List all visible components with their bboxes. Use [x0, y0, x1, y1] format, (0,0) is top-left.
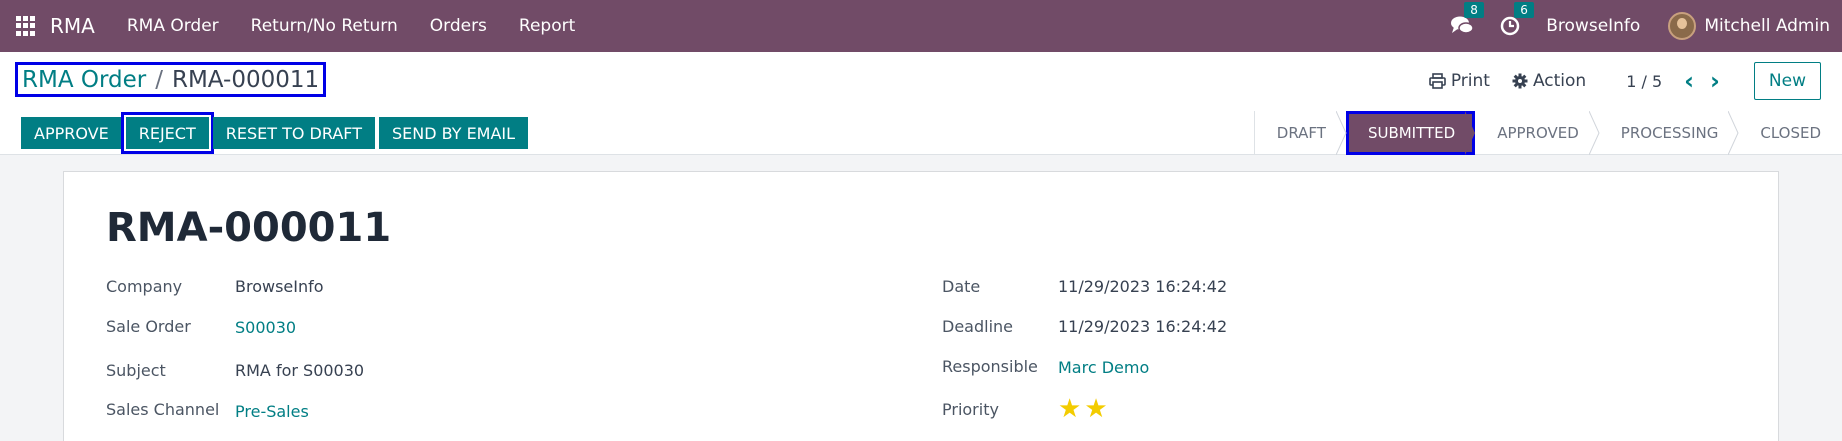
pager-previous-icon[interactable]: ‹ — [1684, 67, 1694, 95]
stage-draft-label: DRAFT — [1276, 124, 1326, 142]
responsible-label: Responsible — [942, 357, 1038, 376]
stage-chevron-icon — [1588, 111, 1600, 155]
print-button[interactable]: Print — [1429, 71, 1490, 91]
stage-statusbar: DRAFT SUBMITTED APPROVED PROCESSING CLOS… — [1253, 111, 1842, 155]
clock-icon — [1501, 16, 1520, 36]
menu-item-report[interactable]: Report — [503, 16, 591, 36]
app-brand[interactable]: RMA — [50, 14, 95, 38]
sales-channel-link[interactable]: Pre-Sales — [235, 402, 309, 421]
reset-to-draft-button[interactable]: RESET TO DRAFT — [212, 117, 375, 149]
stage-processing[interactable]: PROCESSING — [1599, 111, 1739, 155]
star-icon[interactable]: ★ — [1084, 396, 1107, 422]
activities-button[interactable]: 6 — [1500, 2, 1534, 38]
date-value[interactable]: 11/29/2023 16:24:42 — [1058, 277, 1227, 296]
priority-stars[interactable]: ★ ★ — [1058, 396, 1111, 422]
stage-approved[interactable]: APPROVED — [1475, 111, 1600, 155]
navbar-systray: 8 6 BrowseInfo Mitchell Admin — [1450, 2, 1830, 40]
subject-value[interactable]: RMA for S00030 — [235, 361, 364, 380]
deadline-label: Deadline — [942, 317, 1013, 336]
chat-bubbles-icon — [1451, 16, 1474, 34]
company-label: Company — [106, 277, 183, 296]
stage-draft[interactable]: DRAFT — [1255, 111, 1347, 155]
sale-order-link[interactable]: S00030 — [235, 318, 296, 337]
breadcrumb-current: RMA-000011 — [171, 66, 320, 93]
sales-channel-label: Sales Channel — [106, 400, 220, 419]
subject-label: Subject — [106, 361, 166, 380]
action-label: Action — [1532, 71, 1587, 91]
stage-chevron-icon — [1465, 111, 1476, 155]
sale-order-label: Sale Order — [106, 317, 191, 336]
gear-icon — [1512, 73, 1528, 89]
control-actions: Print Action 1 / 5 ‹ › New — [1429, 62, 1821, 100]
send-by-email-button[interactable]: SEND BY EMAIL — [378, 117, 529, 149]
form-sheet: RMA-000011 Company BrowseInfo Sale Order… — [63, 171, 1779, 441]
menu-item-rma-order[interactable]: RMA Order — [111, 16, 235, 36]
top-navbar: RMA RMA Order Return/No Return Orders Re… — [0, 0, 1842, 52]
stage-submitted-label: SUBMITTED — [1367, 124, 1456, 142]
reject-button[interactable]: REJECT — [120, 112, 214, 154]
deadline-value[interactable]: 11/29/2023 16:24:42 — [1058, 317, 1227, 336]
print-label: Print — [1450, 71, 1490, 91]
messages-count-badge: 8 — [1464, 2, 1484, 18]
control-panel: RMA Order / RMA-000011 Print Action 1 / … — [0, 52, 1842, 155]
activities-count-badge: 6 — [1514, 2, 1534, 18]
menu-item-orders[interactable]: Orders — [414, 16, 503, 36]
stage-submitted[interactable]: SUBMITTED — [1345, 111, 1476, 155]
company-switcher[interactable]: BrowseInfo — [1546, 16, 1640, 36]
breadcrumb-parent-link[interactable]: RMA Order — [22, 67, 146, 93]
star-icon[interactable]: ★ — [1058, 396, 1081, 422]
user-menu[interactable]: Mitchell Admin — [1704, 16, 1830, 36]
breadcrumb-separator: / — [155, 66, 163, 93]
action-button[interactable]: Action — [1512, 71, 1586, 91]
menu-item-return-no-return[interactable]: Return/No Return — [235, 16, 414, 36]
user-avatar[interactable] — [1668, 12, 1697, 40]
approve-button[interactable]: APPROVE — [21, 117, 122, 149]
new-record-button[interactable]: New — [1753, 62, 1821, 100]
stage-chevron-icon — [1728, 111, 1739, 155]
date-label: Date — [942, 277, 981, 296]
pager-value[interactable]: 1 / 5 — [1626, 72, 1662, 91]
priority-label: Priority — [942, 400, 999, 419]
pager-next-icon[interactable]: › — [1710, 67, 1720, 95]
stage-processing-label: PROCESSING — [1620, 124, 1719, 142]
main-menu: RMA Order Return/No Return Orders Report — [111, 16, 591, 36]
record-title: RMA-000011 — [106, 205, 392, 251]
stage-closed-label: CLOSED — [1760, 124, 1821, 142]
breadcrumb: RMA Order / RMA-000011 — [15, 62, 327, 97]
apps-grid-icon[interactable] — [16, 16, 36, 36]
printer-icon — [1429, 73, 1446, 89]
responsible-link[interactable]: Marc Demo — [1058, 358, 1149, 377]
messages-button[interactable]: 8 — [1450, 2, 1484, 38]
stage-chevron-icon — [1335, 111, 1347, 155]
header-buttons: APPROVE REJECT RESET TO DRAFT SEND BY EM… — [21, 112, 532, 154]
stage-closed[interactable]: CLOSED — [1738, 111, 1842, 155]
stage-approved-label: APPROVED — [1497, 124, 1579, 142]
company-value[interactable]: BrowseInfo — [235, 277, 324, 296]
